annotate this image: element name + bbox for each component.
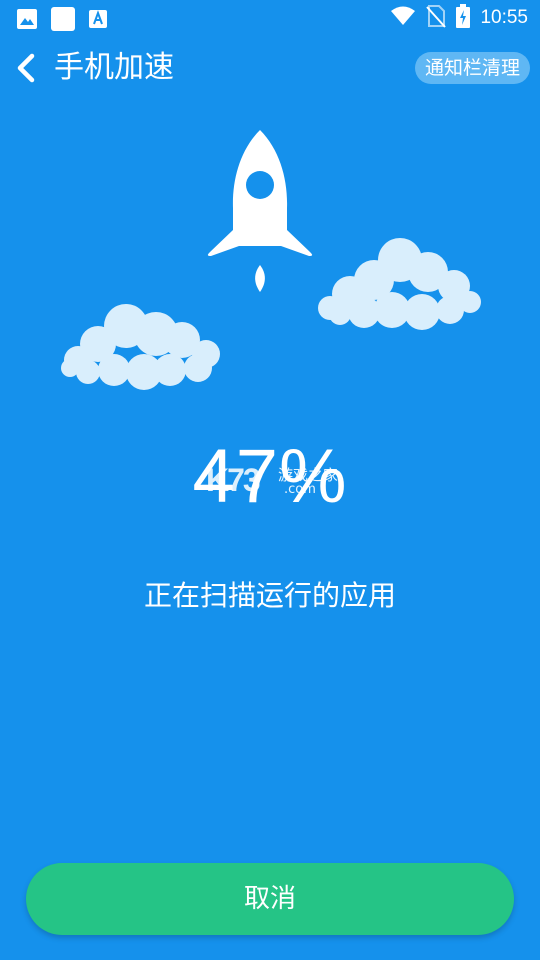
cloud-left: [61, 304, 220, 390]
scan-status-text: 正在扫描运行的应用: [143, 579, 396, 612]
status-bar-system: 10:55: [390, 4, 528, 32]
font-a-icon: [88, 9, 108, 33]
no-sim-icon: [426, 4, 447, 32]
chevron-left-icon: [17, 53, 35, 83]
watermark: K73 游戏之家 .com: [206, 458, 338, 508]
status-bar-notifications: [16, 6, 108, 36]
back-button[interactable]: [10, 48, 44, 88]
wifi-icon: [390, 5, 416, 31]
rocket-icon: [207, 130, 313, 292]
watermark-en: .com: [284, 482, 316, 497]
cloud-right: [318, 238, 481, 330]
battery-charging-icon: [456, 4, 471, 32]
image-icon: [16, 8, 38, 34]
blank-square-icon: [50, 6, 76, 36]
app-bar: 手机加速 通知栏清理: [0, 40, 540, 98]
status-bar: 10:55: [0, 0, 540, 36]
cancel-button[interactable]: 取消: [26, 863, 514, 935]
page-title: 手机加速: [54, 50, 174, 85]
watermark-logo: K73: [206, 462, 261, 498]
status-time: 10:55: [480, 7, 528, 28]
notification-clean-button[interactable]: 通知栏清理: [414, 52, 530, 84]
